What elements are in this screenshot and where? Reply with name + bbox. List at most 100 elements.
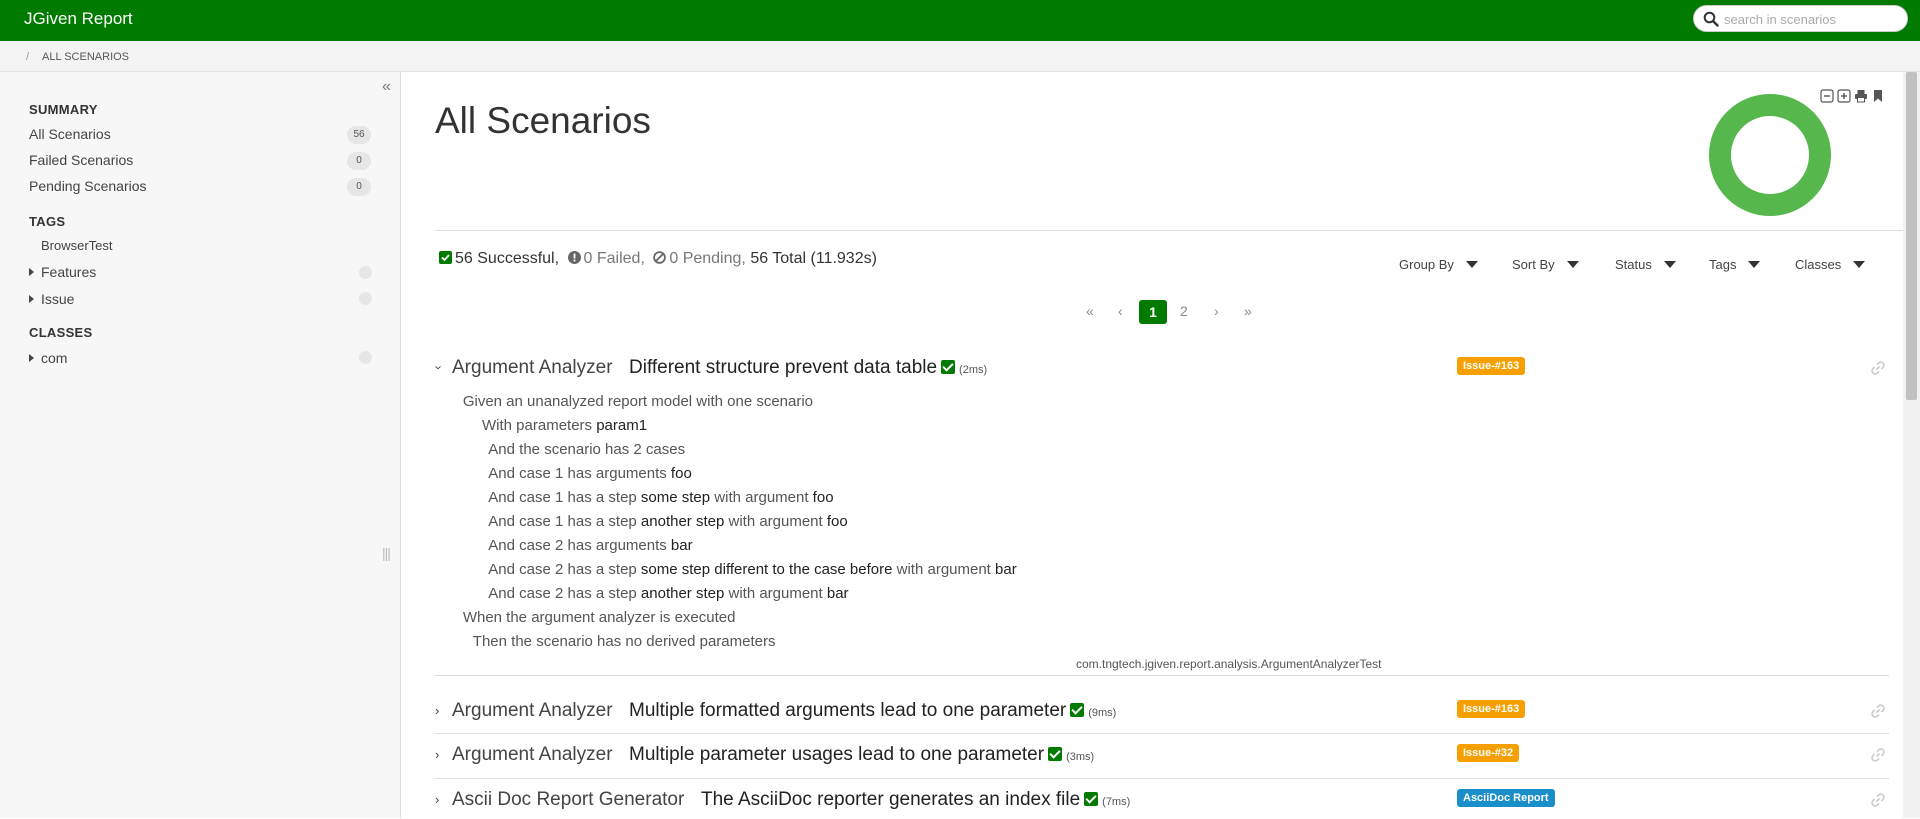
scenario-header[interactable]: › Argument Analyzer Different structure … — [432, 357, 1889, 379]
status-dropdown[interactable]: Status — [1615, 257, 1676, 272]
step-line: And case 1 has a step another step with … — [458, 513, 1017, 537]
tags-heading: TAGS — [29, 214, 66, 229]
count-badge: 0 — [347, 178, 371, 196]
scenario-header[interactable]: › Ascii Doc Report Generator The AsciiDo… — [435, 789, 1889, 811]
step-keyword: And — [488, 561, 515, 578]
top-navbar: JGiven Report — [0, 0, 1920, 41]
tag-badge[interactable]: Issue-#163 — [1457, 357, 1526, 375]
sidebar-tag-issue[interactable]: Issue — [29, 291, 74, 307]
chevron-right-icon[interactable]: › — [435, 792, 439, 807]
sidebar-tag-browsertest[interactable]: BrowserTest — [41, 238, 113, 253]
step-line: Given an unanalyzed report model with on… — [458, 393, 1017, 417]
info-icon — [359, 292, 372, 305]
scenario-class: Argument Analyzer — [452, 700, 613, 721]
scenario-title-text: Multiple parameter usages lead to one pa… — [629, 744, 1045, 765]
pagination-next[interactable]: › — [1214, 303, 1219, 319]
sidebar-resize-handle[interactable]: ||| — [382, 545, 391, 561]
chevron-right-icon[interactable]: › — [435, 703, 439, 718]
sort-by-dropdown[interactable]: Sort By — [1512, 257, 1579, 272]
sidebar-tag-features[interactable]: Features — [29, 264, 96, 280]
pagination-page-2[interactable]: 2 — [1180, 303, 1188, 319]
step-argument: foo — [808, 489, 834, 506]
scenario-duration: (7ms) — [1102, 796, 1131, 808]
step-line: And case 1 has arguments foo — [458, 465, 1017, 489]
caret-right-icon — [29, 268, 34, 276]
exclamation-circle-icon — [567, 251, 581, 264]
pagination-page-1[interactable]: 1 — [1139, 300, 1167, 324]
link-icon[interactable] — [1871, 793, 1885, 807]
sidebar-item-pending-scenarios[interactable]: Pending Scenarios 0 — [29, 178, 371, 198]
dropdown-label: Sort By — [1512, 257, 1555, 272]
scenario-header[interactable]: › Argument Analyzer Multiple formatted a… — [435, 700, 1889, 722]
breadcrumb-current[interactable]: ALL SCENARIOS — [42, 51, 129, 63]
step-text: with argument — [724, 585, 823, 602]
pagination-prev[interactable]: ‹ — [1118, 303, 1123, 319]
double-chevron-left-icon[interactable]: « — [382, 78, 391, 96]
scenario-item: › Argument Analyzer Multiple formatted a… — [435, 700, 1889, 740]
expand-all-icon[interactable] — [1837, 89, 1851, 103]
pagination-last[interactable]: » — [1244, 303, 1252, 319]
scenario-title: Multiple parameter usages lead to one pa… — [629, 744, 1094, 766]
step-argument: some step different to the case before — [636, 561, 893, 578]
print-icon[interactable] — [1854, 89, 1868, 103]
tag-badge[interactable]: AsciiDoc Report — [1457, 789, 1555, 807]
step-line: And case 2 has a step another step with … — [458, 585, 1017, 609]
step-text: case 2 has a step — [519, 561, 637, 578]
scenario-header[interactable]: › Argument Analyzer Multiple parameter u… — [435, 744, 1889, 766]
step-text: case 2 has a step — [519, 585, 637, 602]
bookmark-icon[interactable] — [1871, 89, 1885, 103]
pagination-first[interactable]: « — [1086, 303, 1094, 319]
scrollbar-thumb[interactable] — [1906, 72, 1917, 400]
step-keyword: With — [482, 417, 512, 434]
search-box[interactable] — [1693, 5, 1908, 32]
tag-badge[interactable]: Issue-#32 — [1457, 744, 1520, 762]
caret-down-icon — [1465, 261, 1478, 268]
app-title[interactable]: JGiven Report — [24, 9, 133, 29]
caret-down-icon — [1566, 261, 1579, 268]
sidebar-tree-label: Issue — [41, 291, 75, 307]
scenario-title-text: Different structure prevent data table — [629, 357, 938, 378]
dropdown-label: Status — [1615, 257, 1652, 272]
step-text: with argument — [724, 513, 823, 530]
scenario-title: Different structure prevent data table (2… — [629, 357, 987, 379]
scenario-item: › Ascii Doc Report Generator The AsciiDo… — [435, 789, 1889, 819]
divider — [435, 733, 1889, 734]
link-icon[interactable] — [1871, 361, 1885, 375]
divider — [435, 778, 1889, 779]
successful-segment — [1709, 94, 1831, 216]
classes-dropdown[interactable]: Classes — [1795, 257, 1866, 272]
sidebar-class-com[interactable]: com — [29, 350, 67, 366]
scenario-duration: (9ms) — [1088, 707, 1117, 719]
sidebar-item-label: Failed Scenarios — [29, 152, 134, 168]
caret-down-icon — [1748, 261, 1761, 268]
tags-dropdown[interactable]: Tags — [1709, 257, 1761, 272]
chevron-right-icon[interactable]: › — [435, 747, 439, 762]
scenario-class: Argument Analyzer — [452, 357, 613, 378]
tag-badge[interactable]: Issue-#163 — [1457, 700, 1526, 718]
scenario-item: › Argument Analyzer Different structure … — [432, 357, 1889, 697]
step-keyword: And — [488, 465, 515, 482]
step-line: With parameters param1 — [458, 417, 1017, 441]
search-input[interactable] — [1724, 9, 1900, 29]
step-text: with argument — [710, 489, 809, 506]
scrollbar[interactable] — [1903, 72, 1920, 818]
pending-count: 0 Pending, — [669, 250, 746, 267]
link-icon[interactable] — [1871, 704, 1885, 718]
step-keyword: And — [488, 489, 515, 506]
sidebar: « SUMMARY All Scenarios 56 Failed Scenar… — [0, 72, 401, 818]
step-text: the scenario has no derived parameters — [511, 633, 776, 650]
link-icon[interactable] — [1871, 748, 1885, 762]
step-text: an unanalyzed report model with one scen… — [506, 393, 814, 410]
chevron-down-icon[interactable]: › — [432, 365, 447, 369]
caret-right-icon — [29, 354, 34, 362]
sidebar-item-failed-scenarios[interactable]: Failed Scenarios 0 — [29, 152, 371, 172]
step-line: And case 2 has arguments bar — [458, 537, 1017, 561]
step-argument: foo — [822, 513, 848, 530]
classes-heading: CLASSES — [29, 325, 93, 340]
step-argument: another step — [636, 513, 725, 530]
group-by-dropdown[interactable]: Group By — [1399, 257, 1478, 272]
step-keyword: And — [488, 537, 515, 554]
scenario-title: The AsciiDoc reporter generates an index… — [701, 789, 1130, 811]
success-check-icon — [1070, 703, 1085, 717]
sidebar-item-all-scenarios[interactable]: All Scenarios 56 — [29, 126, 371, 146]
